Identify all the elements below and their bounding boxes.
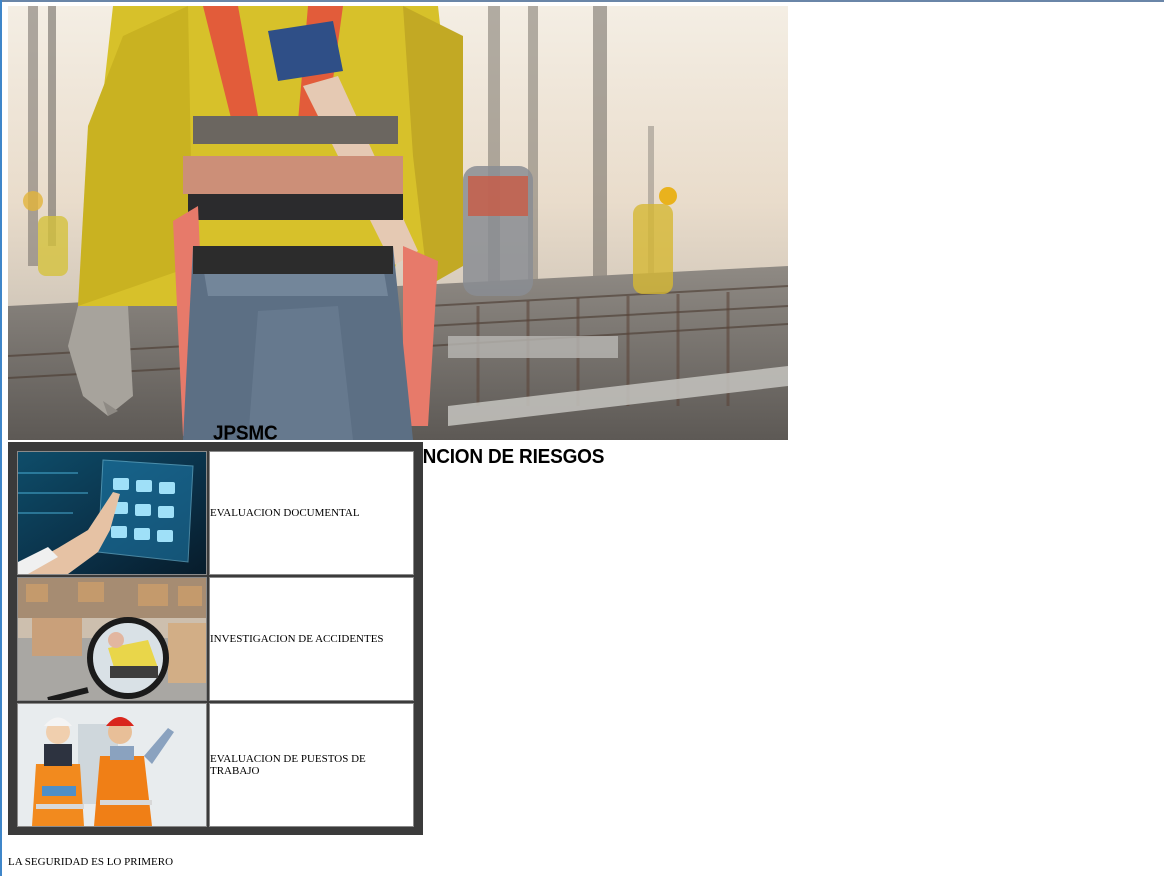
accident-investigation-image [18, 578, 206, 700]
window-left-edge [0, 0, 2, 876]
service-label: EVALUACION DE PUESTOS DE TRABAJO [209, 703, 414, 827]
footer-text: LA SEGURIDAD ES LO PRIMERO [8, 856, 174, 868]
service-image-cell [17, 577, 207, 701]
table-row: EVALUACION DOCUMENTAL [17, 451, 414, 575]
workers-image [18, 704, 206, 826]
services-table: EVALUACION DOCUMENTAL INVESTIGACION DE A… [15, 449, 416, 829]
table-row: INVESTIGACION DE ACCIDENTES [17, 577, 414, 701]
service-label: INVESTIGACION DE ACCIDENTES [209, 577, 414, 701]
hero-image [8, 6, 788, 440]
window-top-edge [0, 0, 1164, 2]
service-image-cell [17, 703, 207, 827]
service-image-cell [17, 451, 207, 575]
documents-image [18, 452, 206, 574]
services-panel: EVALUACION DOCUMENTAL INVESTIGACION DE A… [8, 442, 423, 835]
table-row: EVALUACION DE PUESTOS DE TRABAJO [17, 703, 414, 827]
service-label: EVALUACION DOCUMENTAL [209, 451, 414, 575]
